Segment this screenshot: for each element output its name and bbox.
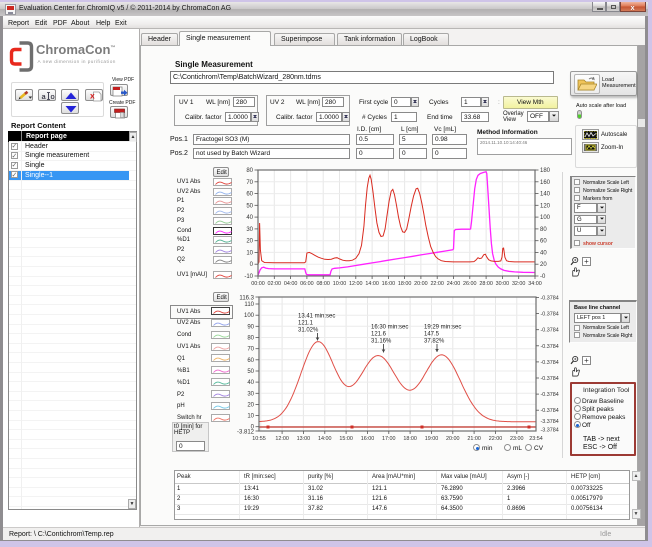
svg-text:-0: -0 <box>540 274 546 280</box>
svg-text:100: 100 <box>244 313 255 319</box>
svg-text:40: 40 <box>540 250 547 256</box>
svg-text:18:00: 18:00 <box>403 436 417 442</box>
svg-text:22:00: 22:00 <box>489 436 503 442</box>
svg-text:19:00: 19:00 <box>425 436 439 442</box>
svg-text:121.1: 121.1 <box>298 321 314 327</box>
svg-text:13.41 min:sec: 13.41 min:sec <box>298 314 335 320</box>
svg-text:12:00: 12:00 <box>349 281 363 287</box>
svg-text:-0.3784: -0.3784 <box>541 328 559 334</box>
svg-text:-3.812: -3.812 <box>237 430 255 436</box>
svg-text:80: 80 <box>247 336 254 342</box>
svg-text:70: 70 <box>246 180 253 186</box>
svg-text:o: o <box>50 92 54 101</box>
svg-text:30: 30 <box>246 227 253 233</box>
svg-text:20: 20 <box>246 239 253 245</box>
svg-text:22:00: 22:00 <box>430 281 444 287</box>
svg-text:30:00: 30:00 <box>496 281 510 287</box>
svg-text:00:00: 00:00 <box>251 281 265 287</box>
svg-text:21:00: 21:00 <box>467 436 481 442</box>
svg-text:50: 50 <box>247 369 254 375</box>
svg-text:80: 80 <box>540 227 547 233</box>
svg-text:20: 20 <box>540 262 547 268</box>
svg-text:-10: -10 <box>244 274 253 280</box>
svg-text:13:00: 13:00 <box>297 436 311 442</box>
svg-text:19:29 min:sec: 19:29 min:sec <box>424 325 461 331</box>
svg-text:16:30 min:sec: 16:30 min:sec <box>371 325 408 331</box>
svg-text:04:00: 04:00 <box>284 281 298 287</box>
svg-text:32:00: 32:00 <box>512 281 526 287</box>
svg-text:-0.3784: -0.3784 <box>541 312 559 318</box>
svg-text:16:00: 16:00 <box>382 281 396 287</box>
svg-text:160: 160 <box>540 180 551 186</box>
svg-text:10: 10 <box>247 414 254 420</box>
svg-text:30: 30 <box>247 391 254 397</box>
svg-text:06:00: 06:00 <box>300 281 314 287</box>
svg-text:14:00: 14:00 <box>365 281 379 287</box>
svg-text:23:00: 23:00 <box>510 436 524 442</box>
svg-text:100: 100 <box>540 215 551 221</box>
svg-text:-0.3784: -0.3784 <box>541 344 559 350</box>
svg-text:10:00: 10:00 <box>333 281 347 287</box>
svg-text:a: a <box>41 92 46 101</box>
svg-text:34:00: 34:00 <box>528 281 542 287</box>
svg-text:-0.3784: -0.3784 <box>541 360 559 366</box>
svg-text:15:00: 15:00 <box>339 436 353 442</box>
svg-text:x: x <box>90 91 95 101</box>
svg-text:-0.3784: -0.3784 <box>541 376 559 382</box>
svg-text:24:00: 24:00 <box>447 281 461 287</box>
svg-text:02:00: 02:00 <box>268 281 282 287</box>
svg-text:17:00: 17:00 <box>382 436 396 442</box>
svg-text:180: 180 <box>540 168 551 174</box>
svg-text:37.82%: 37.82% <box>424 339 445 345</box>
svg-text:16:00: 16:00 <box>361 436 375 442</box>
svg-text:14:00: 14:00 <box>318 436 332 442</box>
svg-text:0: 0 <box>250 262 254 268</box>
svg-text:40: 40 <box>247 380 254 386</box>
svg-text:20: 20 <box>247 402 254 408</box>
svg-text:18:00: 18:00 <box>398 281 412 287</box>
svg-text:-0.3784: -0.3784 <box>541 392 559 398</box>
svg-text:40: 40 <box>246 215 253 221</box>
svg-text:-3.3784: -3.3784 <box>541 428 559 434</box>
svg-text:10:55: 10:55 <box>252 436 266 442</box>
svg-text:26:00: 26:00 <box>463 281 477 287</box>
svg-text:147.5: 147.5 <box>424 332 440 338</box>
svg-text:-0.3784: -0.3784 <box>541 408 559 414</box>
svg-text:31.16%: 31.16% <box>371 339 392 345</box>
svg-text:60: 60 <box>540 239 547 245</box>
svg-text:23:54: 23:54 <box>529 436 543 442</box>
svg-text:20:00: 20:00 <box>446 436 460 442</box>
svg-text:121.6: 121.6 <box>371 332 387 338</box>
svg-text:-3.3784: -3.3784 <box>541 419 559 425</box>
svg-text:60: 60 <box>247 358 254 364</box>
svg-text:80: 80 <box>246 168 253 174</box>
svg-text:20:00: 20:00 <box>414 281 428 287</box>
svg-text:110: 110 <box>244 302 254 308</box>
svg-text:120: 120 <box>540 203 551 209</box>
svg-text:116.3: 116.3 <box>239 296 254 302</box>
svg-text:10: 10 <box>246 250 253 256</box>
svg-text:28:00: 28:00 <box>479 281 493 287</box>
svg-text:31.02%: 31.02% <box>298 328 319 334</box>
svg-text:90: 90 <box>247 324 254 330</box>
svg-text:70: 70 <box>247 347 254 353</box>
svg-text:140: 140 <box>540 192 551 198</box>
svg-text:50: 50 <box>246 203 253 209</box>
svg-text:60: 60 <box>246 192 253 198</box>
svg-text:08:00: 08:00 <box>316 281 330 287</box>
svg-text:-0.3784: -0.3784 <box>541 296 559 302</box>
svg-text:12:00: 12:00 <box>275 436 289 442</box>
